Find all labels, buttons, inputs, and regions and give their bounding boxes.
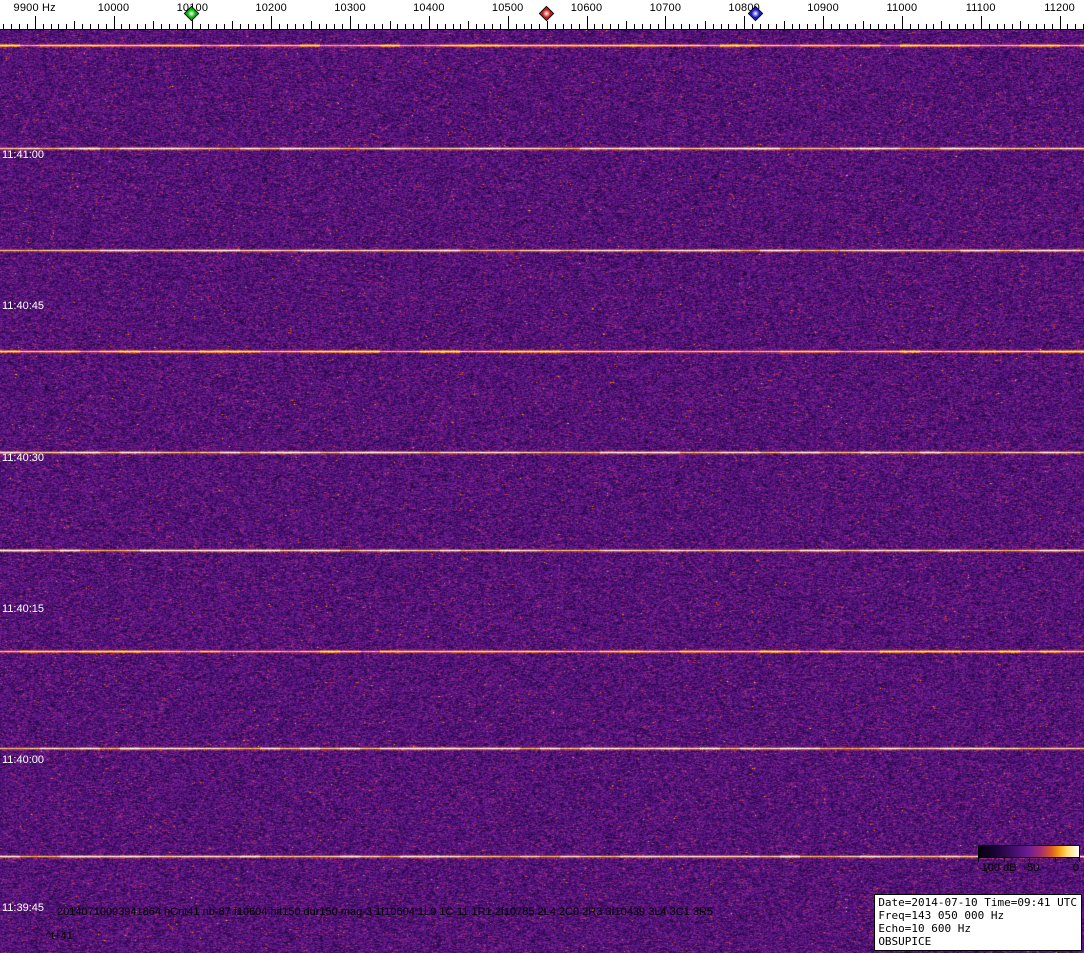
colorbar: -100 dB -50 0: [978, 845, 1080, 875]
freq-tick-label: 10500: [492, 2, 524, 14]
ruler-tick: [468, 21, 469, 30]
ruler-tick: [902, 16, 903, 30]
time-label: 11:41:00: [2, 149, 44, 161]
freq-tick-label: 9900 Hz: [14, 2, 56, 14]
spectrogram-app: 9900 Hz100001010010200103001040010500106…: [0, 0, 1084, 953]
time-label: 11:39:45: [2, 902, 44, 914]
colorbar-labels: -100 dB -50 0: [978, 862, 1080, 875]
info-station: OBSUPICE: [878, 935, 1077, 948]
ruler-tick: [311, 21, 312, 30]
freq-tick-label: 10200: [255, 2, 287, 14]
ruler-tick: [784, 21, 785, 30]
freq-tick-label: 11200: [1044, 2, 1075, 14]
colorbar-gradient: [978, 845, 1080, 858]
detection-annotation: 20140710093941864 hCnt41 nb-87 f10604 hi…: [57, 906, 713, 918]
time-label: 11:40:45: [2, 300, 44, 312]
ruler-tick: [1020, 21, 1021, 30]
ruler-tick: [744, 16, 745, 30]
ruler-tick: [153, 21, 154, 30]
ruler-tick: [429, 16, 430, 30]
freq-tick-label: 10600: [571, 2, 603, 14]
spectrogram-canvas: [0, 30, 1084, 953]
freq-tick-label: 11100: [966, 2, 996, 14]
ruler-tick: [35, 16, 36, 30]
colorbar-label-max: 0: [1073, 862, 1079, 874]
ruler-tick: [823, 16, 824, 30]
red-frequency-marker-diamond-icon: [539, 6, 555, 22]
ruler-tick: [547, 21, 548, 30]
freq-tick-label: 11000: [887, 2, 918, 14]
frequency-ruler: 9900 Hz100001010010200103001040010500106…: [0, 0, 1084, 30]
freq-tick-label: 10900: [807, 2, 839, 14]
ruler-tick: [981, 16, 982, 30]
ruler-tick: [587, 16, 588, 30]
ruler-tick: [390, 21, 391, 30]
ruler-tick: [1060, 16, 1061, 30]
time-offset-label: ^t+41: [46, 930, 73, 942]
freq-tick-label: 10700: [650, 2, 682, 14]
ruler-tick: [665, 16, 666, 30]
freq-tick-label: 10000: [98, 2, 130, 14]
time-label: 11:40:00: [2, 754, 44, 766]
freq-tick-label: 10300: [334, 2, 366, 14]
info-date-time: Date=2014-07-10 Time=09:41 UTC: [878, 896, 1077, 909]
time-label: 11:40:30: [2, 452, 44, 464]
ruler-tick: [626, 21, 627, 30]
colorbar-label-min: -100 dB: [978, 862, 1017, 874]
ruler-tick: [508, 16, 509, 30]
ruler-tick: [232, 21, 233, 30]
ruler-tick: [350, 16, 351, 30]
ruler-tick: [941, 21, 942, 30]
info-echo: Echo=10 600 Hz: [878, 922, 1077, 935]
colorbar-label-mid: -50: [1023, 862, 1039, 874]
ruler-tick: [705, 21, 706, 30]
info-frequency: Freq=143 050 000 Hz: [878, 909, 1077, 922]
info-box: Date=2014-07-10 Time=09:41 UTC Freq=143 …: [874, 894, 1082, 951]
freq-tick-label: 10400: [413, 2, 445, 14]
ruler-tick: [271, 16, 272, 30]
ruler-tick: [863, 21, 864, 30]
time-label: 11:40:15: [2, 603, 44, 615]
ruler-tick: [74, 21, 75, 30]
ruler-tick: [114, 16, 115, 30]
